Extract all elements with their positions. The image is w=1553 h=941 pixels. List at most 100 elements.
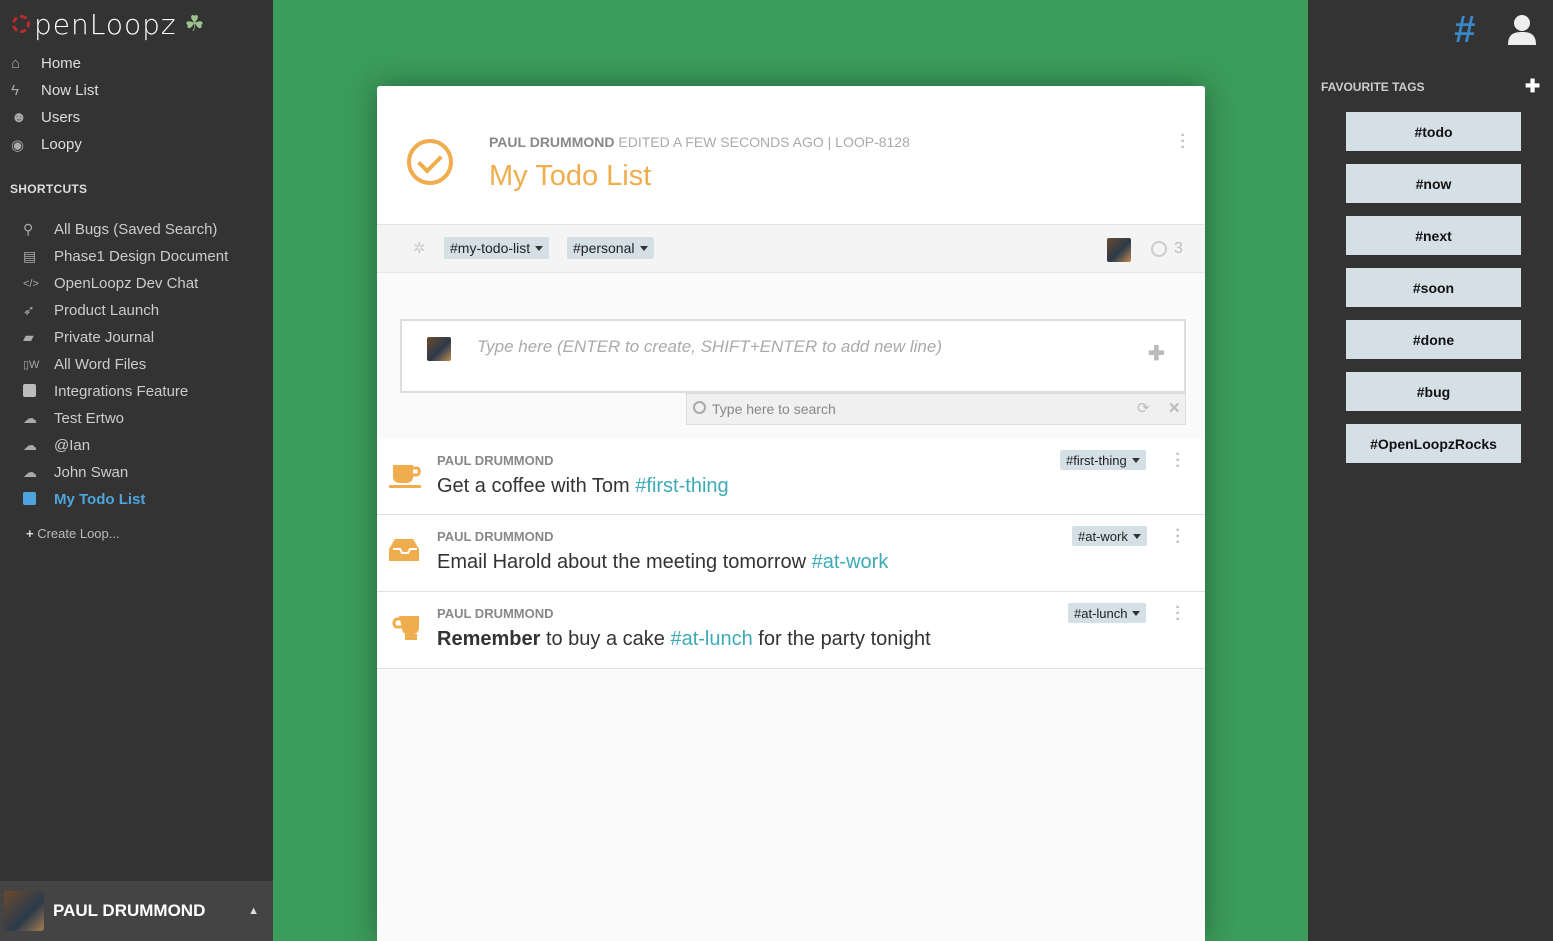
favourite-tag[interactable]: #OpenLoopzRocks xyxy=(1346,424,1521,463)
list-item[interactable]: PAUL DRUMMOND Remember to buy a cake #at… xyxy=(377,592,1205,669)
shortcut-integrations[interactable]: Integrations Feature xyxy=(0,378,273,405)
page-title[interactable]: My Todo List xyxy=(489,160,651,193)
kebab-menu-icon[interactable]: · · · xyxy=(1173,600,1183,628)
favourite-tag[interactable]: #todo xyxy=(1346,112,1521,151)
tag-label: #at-work xyxy=(1078,528,1128,544)
shortcut-product-launch[interactable]: ➶ Product Launch xyxy=(0,297,273,324)
user-profile-icon[interactable] xyxy=(1504,12,1540,48)
nav-item-now-list[interactable]: ϟ Now List xyxy=(0,77,273,104)
item-text-before: Get a coffee with Tom xyxy=(437,475,636,497)
search-icon: ⚲ xyxy=(23,221,34,237)
shortcut-my-todo-list[interactable]: My Todo List xyxy=(0,486,273,513)
add-favourite-tag-button[interactable]: ✚ xyxy=(1525,76,1540,97)
kebab-menu-icon[interactable]: · · · xyxy=(1178,128,1188,156)
nav-label: Now List xyxy=(41,82,99,99)
item-text[interactable]: Remember to buy a cake #at-lunch for the… xyxy=(437,628,931,651)
bolt-icon: ϟ xyxy=(11,82,19,99)
shortcut-john-swan[interactable]: ☁ John Swan xyxy=(0,459,273,486)
create-loop-link[interactable]: + Create Loop... xyxy=(26,526,120,541)
close-icon[interactable]: ✕ xyxy=(1168,399,1181,417)
composer-input[interactable]: Type here (ENTER to create, SHIFT+ENTER … xyxy=(477,337,942,357)
list-item[interactable]: PAUL DRUMMOND Get a coffee with Tom #fir… xyxy=(377,439,1205,515)
caret-up-icon: ▲ xyxy=(248,905,259,917)
nav-label: Home xyxy=(41,55,82,72)
user-menu[interactable]: PAUL DRUMMOND ▲ xyxy=(0,881,273,941)
avatar[interactable] xyxy=(1107,238,1131,262)
item-author[interactable]: PAUL DRUMMOND xyxy=(437,453,554,468)
loop-tag-chip[interactable]: #personal xyxy=(567,237,654,259)
tag-label: #my-todo-list xyxy=(450,240,531,256)
shortcut-dev-chat[interactable]: </> OpenLoopz Dev Chat xyxy=(0,270,273,297)
item-composer[interactable]: Type here (ENTER to create, SHIFT+ENTER … xyxy=(400,319,1186,393)
item-text[interactable]: Email Harold about the meeting tomorrow … xyxy=(437,551,888,574)
hashtag-icon[interactable]: # xyxy=(1447,11,1483,49)
logo-ring-icon xyxy=(12,15,30,33)
document-icon: ▤ xyxy=(23,248,37,264)
item-tag-chip[interactable]: #first-thing xyxy=(1060,450,1146,470)
caret-down-icon xyxy=(1131,457,1140,463)
shortcut-all-bugs[interactable]: ⚲ All Bugs (Saved Search) xyxy=(0,216,273,243)
loop-item-count: 3 xyxy=(1174,240,1183,257)
shortcut-word-files[interactable]: ▯W All Word Files xyxy=(0,351,273,378)
chat-icon: ☁ xyxy=(23,464,37,480)
shortcut-private-journal[interactable]: ▰ Private Journal xyxy=(0,324,273,351)
shortcut-label: OpenLoopz Dev Chat xyxy=(54,275,199,292)
shortcut-label: @Ian xyxy=(54,437,91,454)
item-hashtag[interactable]: #at-work xyxy=(812,551,889,573)
nav-item-loopy[interactable]: ◉ Loopy xyxy=(0,131,273,158)
coffee-icon xyxy=(389,465,421,488)
shortcut-ian[interactable]: ☁ @Ian xyxy=(0,432,273,459)
loop-card: PAUL DRUMMOND EDITED A FEW SECONDS AGO |… xyxy=(377,86,1205,941)
tag-label: #at-lunch xyxy=(1074,605,1128,621)
favourite-tag[interactable]: #now xyxy=(1346,164,1521,203)
kebab-menu-icon[interactable]: · · · xyxy=(1173,523,1183,551)
shortcut-label: John Swan xyxy=(54,464,129,481)
shortcut-label: All Word Files xyxy=(54,356,147,373)
create-loop-label: Create Loop... xyxy=(37,526,120,541)
shortcut-phase1-design[interactable]: ▤ Phase1 Design Document xyxy=(0,243,273,270)
refresh-icon[interactable]: ⟳ xyxy=(1137,399,1150,417)
item-hashtag[interactable]: #at-lunch xyxy=(670,628,752,650)
item-text-after: for the party tonight xyxy=(752,628,931,650)
gear-icon[interactable]: ✲ xyxy=(413,239,426,257)
inbox-icon xyxy=(389,539,419,561)
nav-item-users[interactable]: ☻ Users xyxy=(0,104,273,131)
add-item-button[interactable]: ✚ xyxy=(1148,341,1165,366)
favourite-tag[interactable]: #done xyxy=(1346,320,1521,359)
item-author[interactable]: PAUL DRUMMOND xyxy=(437,529,554,544)
mug-icon xyxy=(392,616,419,640)
loop-meta: PAUL DRUMMOND EDITED A FEW SECONDS AGO |… xyxy=(489,134,910,150)
nav-item-home[interactable]: ⌂ Home xyxy=(0,50,273,77)
search-input[interactable]: Type here to search xyxy=(712,401,836,417)
item-text-before: Email Harold about the meeting tomorrow xyxy=(437,551,812,573)
item-author[interactable]: PAUL DRUMMOND xyxy=(437,606,554,621)
caret-down-icon xyxy=(639,245,648,251)
user-name: PAUL DRUMMOND xyxy=(53,901,206,920)
item-tag-chip[interactable]: #at-work xyxy=(1072,526,1147,546)
search-icon xyxy=(693,401,706,414)
search-bar[interactable]: Type here to search ⟳ ✕ xyxy=(686,393,1186,425)
shortcut-label: Product Launch xyxy=(54,302,160,319)
favourite-tag[interactable]: #soon xyxy=(1346,268,1521,307)
item-text-bold: Remember xyxy=(437,628,541,650)
loop-edited-info: EDITED A FEW SECONDS AGO | LOOP-8128 xyxy=(618,134,910,150)
caret-down-icon xyxy=(1132,610,1141,616)
item-text[interactable]: Get a coffee with Tom #first-thing xyxy=(437,475,729,498)
favourite-tags-list: #todo #now #next #soon #done #bug #OpenL… xyxy=(1346,112,1521,476)
shortcut-label: Test Ertwo xyxy=(54,410,125,427)
item-hashtag[interactable]: #first-thing xyxy=(635,475,728,497)
clover-icon: ☘ xyxy=(184,11,205,36)
kebab-menu-icon[interactable]: · · · xyxy=(1173,447,1183,475)
favourite-tag[interactable]: #bug xyxy=(1346,372,1521,411)
item-tag-chip[interactable]: #at-lunch xyxy=(1068,603,1147,623)
loop-tag-chip[interactable]: #my-todo-list xyxy=(444,237,550,259)
app-logo[interactable]: penLoopz ☘ xyxy=(12,6,204,42)
item-text-before: to buy a cake xyxy=(540,628,671,650)
loopy-icon: ◉ xyxy=(11,136,25,154)
favourite-tag[interactable]: #next xyxy=(1346,216,1521,255)
check-circle-icon[interactable] xyxy=(407,139,453,185)
avatar xyxy=(4,891,44,931)
loop-author[interactable]: PAUL DRUMMOND xyxy=(489,134,614,150)
shortcut-test-ertwo[interactable]: ☁ Test Ertwo xyxy=(0,405,273,432)
list-item[interactable]: PAUL DRUMMOND Email Harold about the mee… xyxy=(377,515,1205,592)
